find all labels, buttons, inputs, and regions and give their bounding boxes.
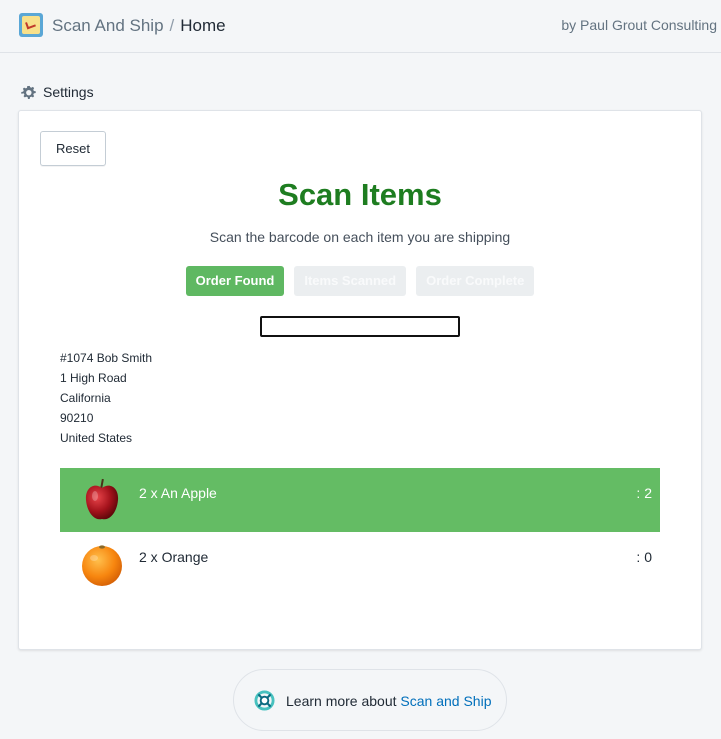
barcode-input[interactable] [260, 316, 460, 337]
footer-help: Learn more about Scan and Ship [233, 669, 507, 731]
help-lifebuoy-icon [254, 690, 275, 711]
app-logo-icon [19, 13, 43, 37]
item-scan-count: : 2 [636, 485, 652, 501]
address-street: 1 High Road [60, 371, 127, 385]
address-zip: 90210 [60, 411, 94, 425]
item-list: 2 x An Apple : 2 2 x Orange : 0 [60, 468, 660, 596]
shipping-address: #1074 Bob Smith 1 High Road California 9… [60, 348, 152, 448]
developer-byline: by Paul Grout Consulting [561, 17, 717, 33]
address-country: United States [60, 431, 133, 445]
scan-card: Reset Scan Items Scan the barcode on eac… [18, 110, 702, 650]
breadcrumb-app-link[interactable]: Scan And Ship [52, 16, 164, 35]
page-subtitle: Scan the barcode on each item you are sh… [209, 229, 511, 245]
list-item: 2 x An Apple : 2 [60, 468, 660, 532]
address-order-name: #1074 Bob Smith [60, 351, 153, 365]
gear-icon [21, 84, 36, 99]
breadcrumb-separator: / [169, 16, 175, 35]
item-scan-count: : 0 [636, 549, 652, 565]
scan-and-ship-link[interactable]: Scan and Ship [400, 693, 491, 709]
footer-prefix: Learn more about [286, 693, 397, 709]
item-description: 2 x Orange [139, 549, 209, 565]
progress-steps: Order Found Items Scanned Order Complete [19, 266, 701, 296]
breadcrumb-current-page: Home [180, 16, 226, 35]
page-title: Scan Items [278, 177, 442, 212]
list-item: 2 x Orange : 0 [60, 532, 660, 596]
step-items-scanned: Items Scanned [294, 266, 407, 296]
step-order-found: Order Found [185, 266, 285, 296]
apple-icon [85, 478, 119, 520]
footer-text: Learn more about Scan and Ship [286, 693, 492, 709]
orange-icon [82, 545, 122, 586]
step-order-complete: Order Complete [416, 266, 535, 296]
settings-link[interactable]: Settings [20, 83, 94, 101]
item-description: 2 x An Apple [139, 485, 217, 501]
breadcrumb: Scan And Ship / Home [52, 15, 226, 37]
settings-label: Settings [43, 84, 94, 100]
reset-button[interactable]: Reset [40, 131, 106, 166]
address-state: California [60, 391, 111, 405]
top-bar: Scan And Ship / Home by Paul Grout Consult… [0, 0, 721, 53]
